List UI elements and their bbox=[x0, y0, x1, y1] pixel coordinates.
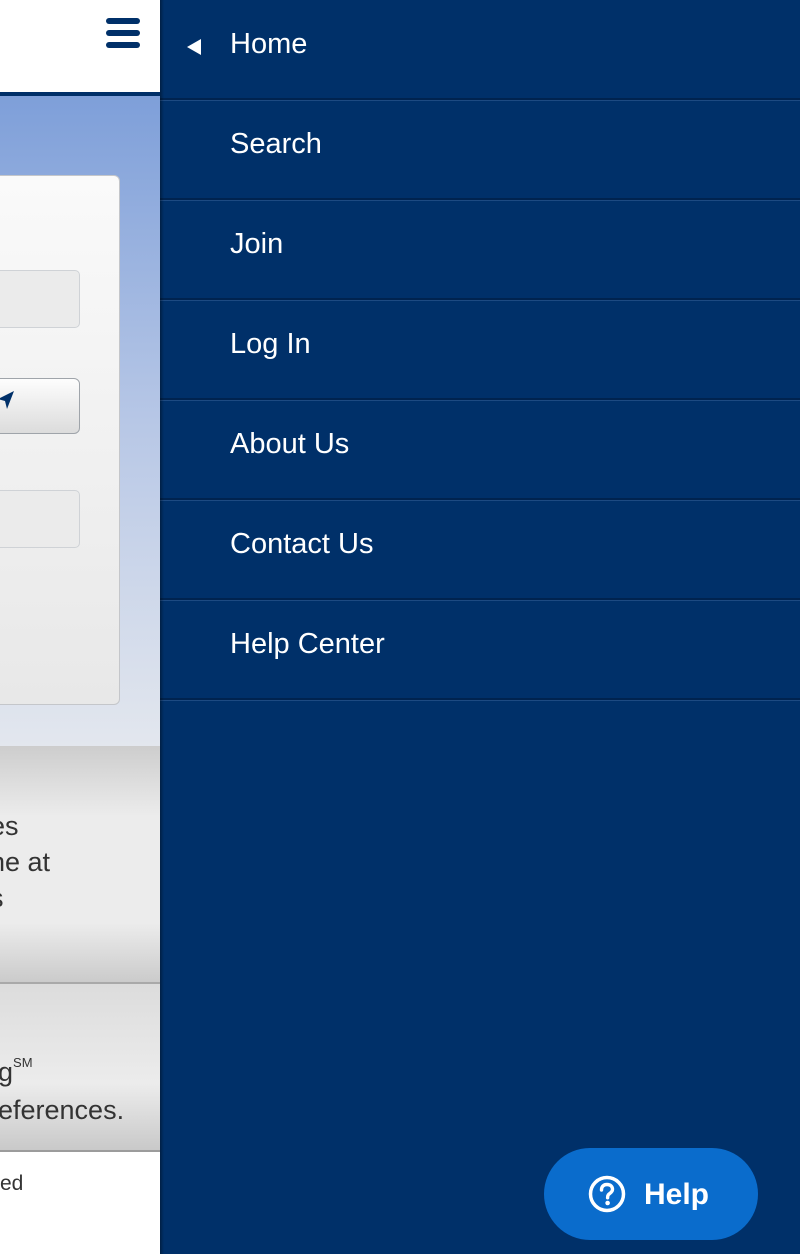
promo-band-text: gSM eferences. bbox=[0, 1044, 160, 1129]
menu-item-join[interactable]: Join bbox=[160, 200, 800, 300]
menu-item-about-us[interactable]: About Us bbox=[160, 400, 800, 500]
search-form-card bbox=[0, 175, 120, 705]
promo-text-line-1: g bbox=[0, 1057, 14, 1087]
help-button-label: Help bbox=[644, 1178, 710, 1211]
menu-item-contact-us[interactable]: Contact Us bbox=[160, 500, 800, 600]
menu-item-label: Help Center bbox=[230, 628, 385, 660]
footer-text: ed bbox=[0, 1172, 24, 1195]
menu-item-label: Home bbox=[230, 28, 308, 60]
menu-item-label: Log In bbox=[230, 328, 311, 360]
question-circle-icon bbox=[588, 1175, 626, 1213]
background-page: es ne at s gSM eferences. ed bbox=[0, 0, 160, 1254]
menu-item-search[interactable]: Search bbox=[160, 100, 800, 200]
menu-item-label: Contact Us bbox=[230, 528, 374, 560]
navigation-drawer: Home Search Join Log In About Us Contact… bbox=[160, 0, 800, 1254]
menu-item-label: Join bbox=[230, 228, 284, 260]
drawer-shadow bbox=[160, 0, 164, 1254]
hamburger-menu-icon[interactable] bbox=[106, 18, 140, 48]
service-mark: SM bbox=[13, 1055, 33, 1070]
promo-text-line-2: eferences. bbox=[0, 1095, 125, 1125]
header-bar bbox=[0, 0, 160, 92]
footer bbox=[0, 1152, 160, 1254]
menu-item-help-center[interactable]: Help Center bbox=[160, 600, 800, 700]
form-input-field[interactable] bbox=[0, 490, 80, 548]
info-band-text: es ne at s bbox=[0, 811, 51, 913]
menu-item-home[interactable]: Home bbox=[160, 0, 800, 100]
menu-item-label: Search bbox=[230, 128, 322, 160]
location-arrow-icon bbox=[0, 391, 14, 409]
help-button[interactable]: Help bbox=[544, 1148, 758, 1240]
current-page-caret-icon bbox=[187, 39, 201, 55]
menu-item-log-in[interactable]: Log In bbox=[160, 300, 800, 400]
menu-item-label: About Us bbox=[230, 428, 350, 460]
form-input-field[interactable] bbox=[0, 270, 80, 328]
